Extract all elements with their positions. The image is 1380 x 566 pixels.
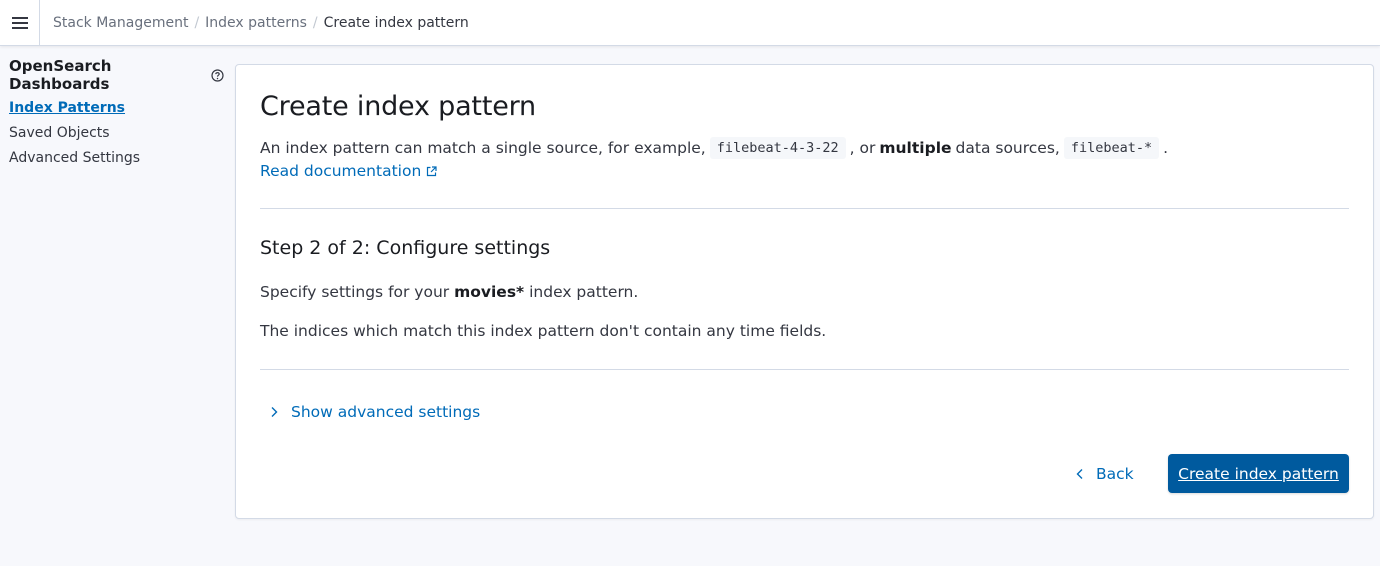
create-index-pattern-panel: Create index pattern An index pattern ca… xyxy=(235,64,1374,519)
index-pattern-name: movies* xyxy=(454,283,525,301)
sidebar-header: OpenSearch Dashboards xyxy=(9,57,224,93)
breadcrumb-stack-management[interactable]: Stack Management xyxy=(53,15,188,31)
description-bold-text: multiple xyxy=(879,139,952,157)
sidebar-item-saved-objects[interactable]: Saved Objects xyxy=(9,121,224,146)
create-index-pattern-button[interactable]: Create index pattern xyxy=(1168,454,1349,493)
example-code-multiple: filebeat-* xyxy=(1063,137,1160,159)
step-title: Step 2 of 2: Configure settings xyxy=(260,237,551,259)
hamburger-menu-icon xyxy=(11,16,28,30)
read-documentation-link[interactable]: Read documentation xyxy=(260,162,437,180)
page-title: Create index pattern xyxy=(260,91,536,122)
chevron-left-icon xyxy=(1076,468,1084,480)
description-text: An index pattern can match a single sour… xyxy=(260,139,706,157)
description-text: data sources, xyxy=(955,139,1060,157)
page-description: An index pattern can match a single sour… xyxy=(260,137,1168,159)
example-code-single: filebeat-4-3-22 xyxy=(709,137,846,159)
back-button[interactable]: Back xyxy=(1076,463,1134,485)
divider xyxy=(260,369,1349,370)
show-advanced-settings-label: Show advanced settings xyxy=(291,403,481,421)
specify-settings-text: Specify settings for your movies* index … xyxy=(260,283,638,301)
description-text: . xyxy=(1163,139,1169,157)
back-label: Back xyxy=(1096,465,1134,483)
top-header: Stack Management / Index patterns / Crea… xyxy=(0,0,1380,46)
breadcrumb-separator: / xyxy=(312,15,318,31)
description-text: , or xyxy=(849,139,876,157)
external-link-icon xyxy=(426,165,437,177)
breadcrumb: Stack Management / Index patterns / Crea… xyxy=(53,0,469,46)
specify-prefix: Specify settings for your xyxy=(260,283,450,301)
sidebar-title: OpenSearch Dashboards xyxy=(9,57,112,93)
sidebar-item-advanced-settings[interactable]: Advanced Settings xyxy=(9,146,224,171)
chevron-right-icon xyxy=(270,406,278,418)
time-fields-note: The indices which match this index patte… xyxy=(260,322,827,340)
help-circle-icon[interactable] xyxy=(211,68,224,82)
specify-suffix: index pattern. xyxy=(529,283,639,301)
sidebar: OpenSearch Dashboards Index Patterns Sav… xyxy=(9,57,224,171)
read-documentation-label: Read documentation xyxy=(260,162,422,180)
breadcrumb-index-patterns[interactable]: Index patterns xyxy=(205,15,307,31)
breadcrumb-separator: / xyxy=(194,15,200,31)
show-advanced-settings-toggle[interactable]: Show advanced settings xyxy=(270,403,480,421)
divider xyxy=(260,208,1349,209)
sidebar-item-index-patterns[interactable]: Index Patterns xyxy=(9,96,224,121)
sidebar-nav: Index Patterns Saved Objects Advanced Se… xyxy=(9,96,224,171)
breadcrumb-create-index-pattern: Create index pattern xyxy=(323,15,469,31)
menu-button[interactable] xyxy=(0,0,40,46)
